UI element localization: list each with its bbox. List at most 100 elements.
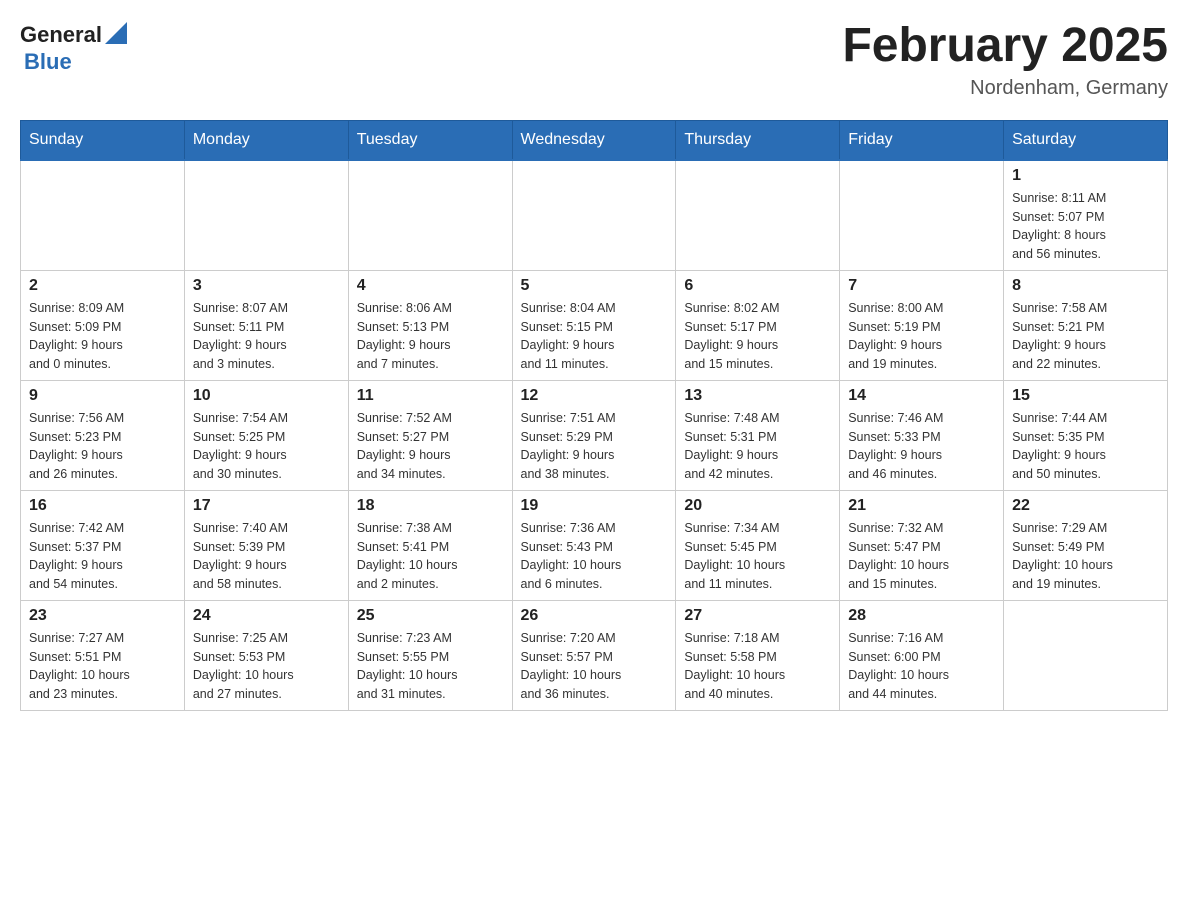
weekday-header-sunday: Sunday — [21, 120, 185, 160]
day-number: 5 — [521, 277, 668, 295]
day-info: Sunrise: 8:00 AMSunset: 5:19 PMDaylight:… — [848, 299, 995, 374]
table-row: 7 Sunrise: 8:00 AMSunset: 5:19 PMDaylight… — [840, 270, 1004, 380]
day-info: Sunrise: 7:51 AMSunset: 5:29 PMDaylight:… — [521, 409, 668, 484]
day-info: Sunrise: 7:18 AMSunset: 5:58 PMDaylight:… — [684, 629, 831, 704]
table-row — [840, 160, 1004, 271]
day-number: 22 — [1012, 497, 1159, 515]
day-number: 9 — [29, 387, 176, 405]
table-row: 20 Sunrise: 7:34 AMSunset: 5:45 PMDayligh… — [676, 490, 840, 600]
day-number: 15 — [1012, 387, 1159, 405]
day-info: Sunrise: 7:29 AMSunset: 5:49 PMDaylight:… — [1012, 519, 1159, 594]
day-info: Sunrise: 8:02 AMSunset: 5:17 PMDaylight:… — [684, 299, 831, 374]
logo: General Blue — [20, 20, 127, 75]
day-info: Sunrise: 7:38 AMSunset: 5:41 PMDaylight:… — [357, 519, 504, 594]
day-info: Sunrise: 7:44 AMSunset: 5:35 PMDaylight:… — [1012, 409, 1159, 484]
table-row: 6 Sunrise: 8:02 AMSunset: 5:17 PMDaylight… — [676, 270, 840, 380]
table-row — [184, 160, 348, 271]
day-info: Sunrise: 7:25 AMSunset: 5:53 PMDaylight:… — [193, 629, 340, 704]
day-info: Sunrise: 7:32 AMSunset: 5:47 PMDaylight:… — [848, 519, 995, 594]
day-number: 16 — [29, 497, 176, 515]
weekday-header-tuesday: Tuesday — [348, 120, 512, 160]
weekday-header-row: SundayMondayTuesdayWednesdayThursdayFrid… — [21, 120, 1168, 160]
calendar-body: 1Sunrise: 8:11 AMSunset: 5:07 PMDaylight… — [21, 160, 1168, 711]
logo-blue-text: Blue — [24, 49, 72, 74]
week-row-4: 23 Sunrise: 7:27 AMSunset: 5:51 PMDayligh… — [21, 600, 1168, 710]
day-number: 13 — [684, 387, 831, 405]
day-info: Sunrise: 8:06 AMSunset: 5:13 PMDaylight:… — [357, 299, 504, 374]
day-info: Sunrise: 7:27 AMSunset: 5:51 PMDaylight:… — [29, 629, 176, 704]
title-section: February 2025 Nordenham, Germany — [842, 20, 1168, 100]
weekday-header-saturday: Saturday — [1004, 120, 1168, 160]
day-info: Sunrise: 7:52 AMSunset: 5:27 PMDaylight:… — [357, 409, 504, 484]
table-row: 9 Sunrise: 7:56 AMSunset: 5:23 PMDaylight… — [21, 380, 185, 490]
table-row: 18 Sunrise: 7:38 AMSunset: 5:41 PMDayligh… — [348, 490, 512, 600]
day-number: 25 — [357, 607, 504, 625]
day-number: 17 — [193, 497, 340, 515]
table-row: 21Sunrise: 7:32 AMSunset: 5:47 PMDayligh… — [840, 490, 1004, 600]
logo-triangle-icon — [105, 22, 127, 44]
table-row: 3 Sunrise: 8:07 AMSunset: 5:11 PMDaylight… — [184, 270, 348, 380]
table-row: 24 Sunrise: 7:25 AMSunset: 5:53 PMDayligh… — [184, 600, 348, 710]
table-row: 11 Sunrise: 7:52 AMSunset: 5:27 PMDayligh… — [348, 380, 512, 490]
day-number: 7 — [848, 277, 995, 295]
week-row-1: 2 Sunrise: 8:09 AMSunset: 5:09 PMDaylight… — [21, 270, 1168, 380]
day-number: 23 — [29, 607, 176, 625]
week-row-0: 1Sunrise: 8:11 AMSunset: 5:07 PMDaylight… — [21, 160, 1168, 271]
day-info: Sunrise: 7:34 AMSunset: 5:45 PMDaylight:… — [684, 519, 831, 594]
table-row: 5 Sunrise: 8:04 AMSunset: 5:15 PMDaylight… — [512, 270, 676, 380]
table-row: 1Sunrise: 8:11 AMSunset: 5:07 PMDaylight… — [1004, 160, 1168, 271]
location: Nordenham, Germany — [842, 77, 1168, 100]
day-number: 19 — [521, 497, 668, 515]
day-info: Sunrise: 8:09 AMSunset: 5:09 PMDaylight:… — [29, 299, 176, 374]
day-number: 18 — [357, 497, 504, 515]
day-number: 14 — [848, 387, 995, 405]
day-info: Sunrise: 7:48 AMSunset: 5:31 PMDaylight:… — [684, 409, 831, 484]
page-header: General Blue February 2025 Nordenham, Ge… — [20, 20, 1168, 100]
table-row: 10Sunrise: 7:54 AMSunset: 5:25 PMDayligh… — [184, 380, 348, 490]
week-row-3: 16 Sunrise: 7:42 AMSunset: 5:37 PMDayligh… — [21, 490, 1168, 600]
day-number: 6 — [684, 277, 831, 295]
table-row: 13 Sunrise: 7:48 AMSunset: 5:31 PMDayligh… — [676, 380, 840, 490]
day-info: Sunrise: 8:04 AMSunset: 5:15 PMDaylight:… — [521, 299, 668, 374]
day-number: 1 — [1012, 167, 1159, 185]
day-number: 2 — [29, 277, 176, 295]
table-row: 8 Sunrise: 7:58 AMSunset: 5:21 PMDaylight… — [1004, 270, 1168, 380]
day-info: Sunrise: 7:42 AMSunset: 5:37 PMDaylight:… — [29, 519, 176, 594]
day-info: Sunrise: 8:07 AMSunset: 5:11 PMDaylight:… — [193, 299, 340, 374]
logo-general-text: General — [20, 22, 102, 48]
table-row: 22 Sunrise: 7:29 AMSunset: 5:49 PMDayligh… — [1004, 490, 1168, 600]
day-number: 11 — [357, 387, 504, 405]
day-info: Sunrise: 7:23 AMSunset: 5:55 PMDaylight:… — [357, 629, 504, 704]
day-info: Sunrise: 7:58 AMSunset: 5:21 PMDaylight:… — [1012, 299, 1159, 374]
day-info: Sunrise: 7:56 AMSunset: 5:23 PMDaylight:… — [29, 409, 176, 484]
table-row — [1004, 600, 1168, 710]
table-row: 26 Sunrise: 7:20 AMSunset: 5:57 PMDayligh… — [512, 600, 676, 710]
table-row: 27 Sunrise: 7:18 AMSunset: 5:58 PMDayligh… — [676, 600, 840, 710]
day-number: 20 — [684, 497, 831, 515]
table-row — [676, 160, 840, 271]
calendar-table: SundayMondayTuesdayWednesdayThursdayFrid… — [20, 120, 1168, 711]
day-number: 26 — [521, 607, 668, 625]
table-row: 17 Sunrise: 7:40 AMSunset: 5:39 PMDayligh… — [184, 490, 348, 600]
table-row: 16 Sunrise: 7:42 AMSunset: 5:37 PMDayligh… — [21, 490, 185, 600]
day-number: 8 — [1012, 277, 1159, 295]
table-row: 2 Sunrise: 8:09 AMSunset: 5:09 PMDaylight… — [21, 270, 185, 380]
weekday-header-wednesday: Wednesday — [512, 120, 676, 160]
day-number: 10 — [193, 387, 340, 405]
week-row-2: 9 Sunrise: 7:56 AMSunset: 5:23 PMDaylight… — [21, 380, 1168, 490]
table-row: 19Sunrise: 7:36 AMSunset: 5:43 PMDayligh… — [512, 490, 676, 600]
table-row — [348, 160, 512, 271]
day-number: 27 — [684, 607, 831, 625]
day-number: 12 — [521, 387, 668, 405]
month-title: February 2025 — [842, 20, 1168, 73]
table-row: 28Sunrise: 7:16 AMSunset: 6:00 PMDayligh… — [840, 600, 1004, 710]
day-info: Sunrise: 7:20 AMSunset: 5:57 PMDaylight:… — [521, 629, 668, 704]
day-info: Sunrise: 7:40 AMSunset: 5:39 PMDaylight:… — [193, 519, 340, 594]
day-number: 3 — [193, 277, 340, 295]
weekday-header-thursday: Thursday — [676, 120, 840, 160]
day-info: Sunrise: 7:16 AMSunset: 6:00 PMDaylight:… — [848, 629, 995, 704]
day-number: 24 — [193, 607, 340, 625]
day-info: Sunrise: 7:46 AMSunset: 5:33 PMDaylight:… — [848, 409, 995, 484]
table-row: 12 Sunrise: 7:51 AMSunset: 5:29 PMDayligh… — [512, 380, 676, 490]
table-row: 14 Sunrise: 7:46 AMSunset: 5:33 PMDayligh… — [840, 380, 1004, 490]
